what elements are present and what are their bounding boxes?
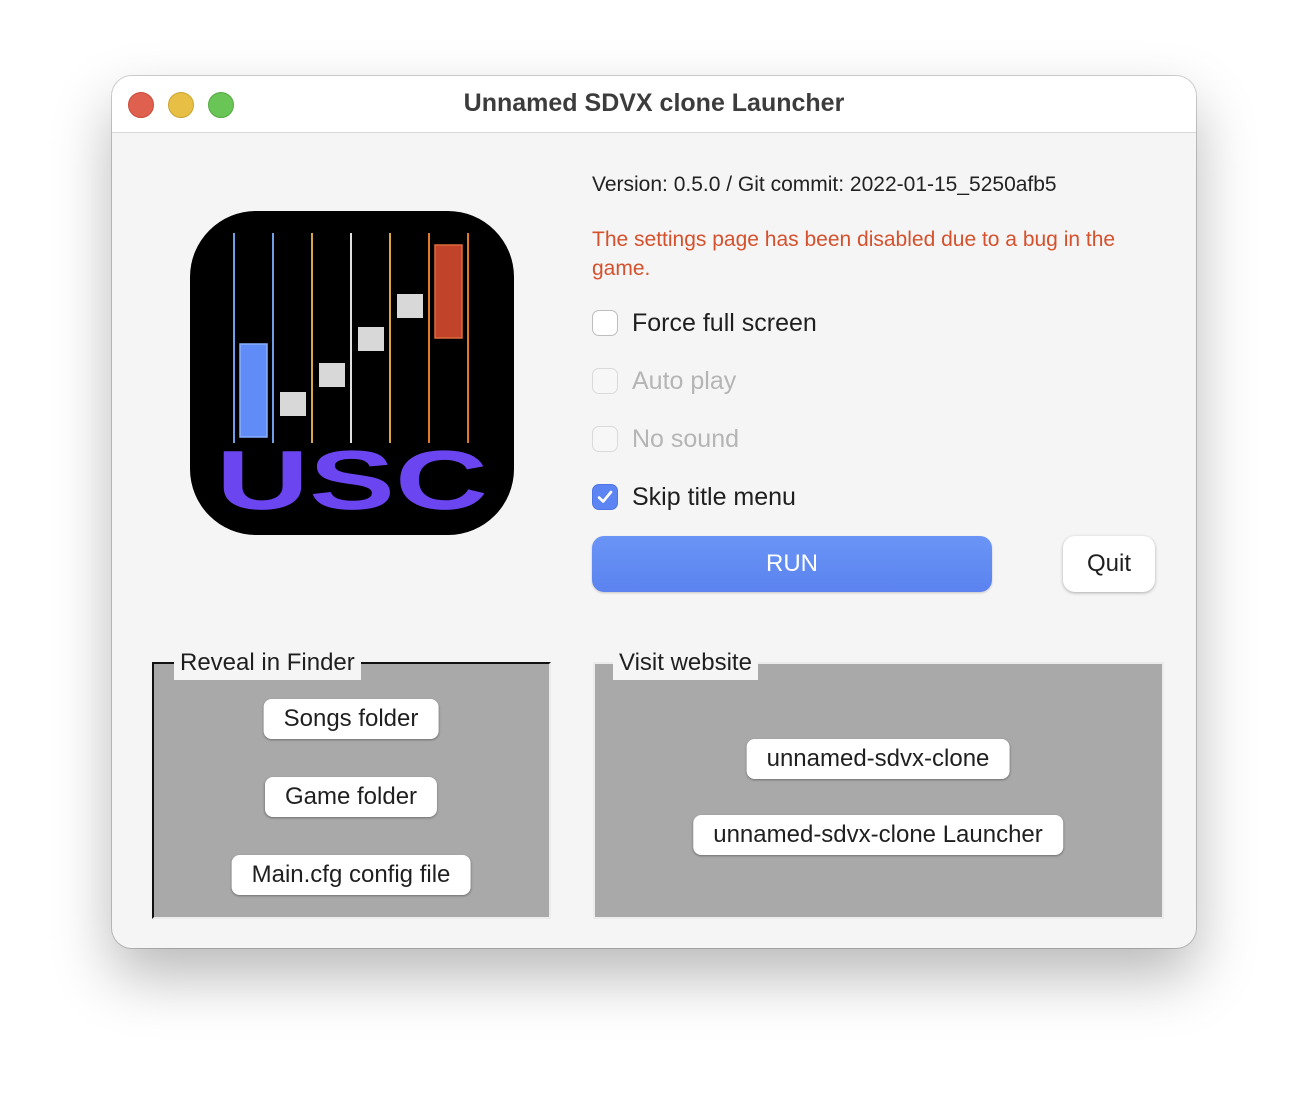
songs-folder-button[interactable]: Songs folder <box>263 699 439 739</box>
reveal-in-finder-group: Reveal in Finder Songs folder Game folde… <box>152 646 551 919</box>
auto-play-checkbox <box>592 368 618 394</box>
force-full-screen-checkbox[interactable] <box>592 310 618 336</box>
force-full-screen-label[interactable]: Force full screen <box>632 309 817 338</box>
usc-app-logo: USC <box>190 211 514 535</box>
title-bar[interactable]: Unnamed SDVX clone Launcher <box>112 76 1196 133</box>
launcher-window: Unnamed SDVX clone Launcher USC Version:… <box>112 76 1196 948</box>
checkmark-icon <box>597 490 613 503</box>
reveal-in-finder-legend: Reveal in Finder <box>174 646 361 680</box>
no-sound-label: No sound <box>632 424 740 453</box>
settings-disabled-warning: The settings page has been disabled due … <box>592 228 1116 280</box>
visit-website-legend: Visit website <box>613 646 758 680</box>
quit-button[interactable]: Quit <box>1063 536 1155 592</box>
auto-play-label: Auto play <box>632 366 737 395</box>
no-sound-option: No sound <box>592 424 739 454</box>
main-cfg-config-file-button[interactable]: Main.cfg config file <box>231 855 471 895</box>
version-label: Version: 0.5.0 / Git commit: 2022-01-15_… <box>592 173 1057 196</box>
force-full-screen-option[interactable]: Force full screen <box>592 308 817 338</box>
skip-title-menu-checkbox[interactable] <box>592 484 618 510</box>
usc-website-link-button[interactable]: unnamed-sdvx-clone <box>746 739 1010 779</box>
no-sound-checkbox <box>592 426 618 452</box>
run-button[interactable]: RUN <box>592 536 992 592</box>
skip-title-menu-label[interactable]: Skip title menu <box>632 483 796 512</box>
game-folder-button[interactable]: Game folder <box>264 777 438 817</box>
visit-website-group: Visit website unnamed-sdvx-clone unnamed… <box>593 646 1164 919</box>
usc-launcher-website-link-button[interactable]: unnamed-sdvx-clone Launcher <box>693 815 1063 855</box>
auto-play-option: Auto play <box>592 366 736 396</box>
skip-title-menu-option[interactable]: Skip title menu <box>592 482 796 512</box>
usc-logo-text: USC <box>216 433 488 527</box>
window-title: Unnamed SDVX clone Launcher <box>463 89 845 117</box>
